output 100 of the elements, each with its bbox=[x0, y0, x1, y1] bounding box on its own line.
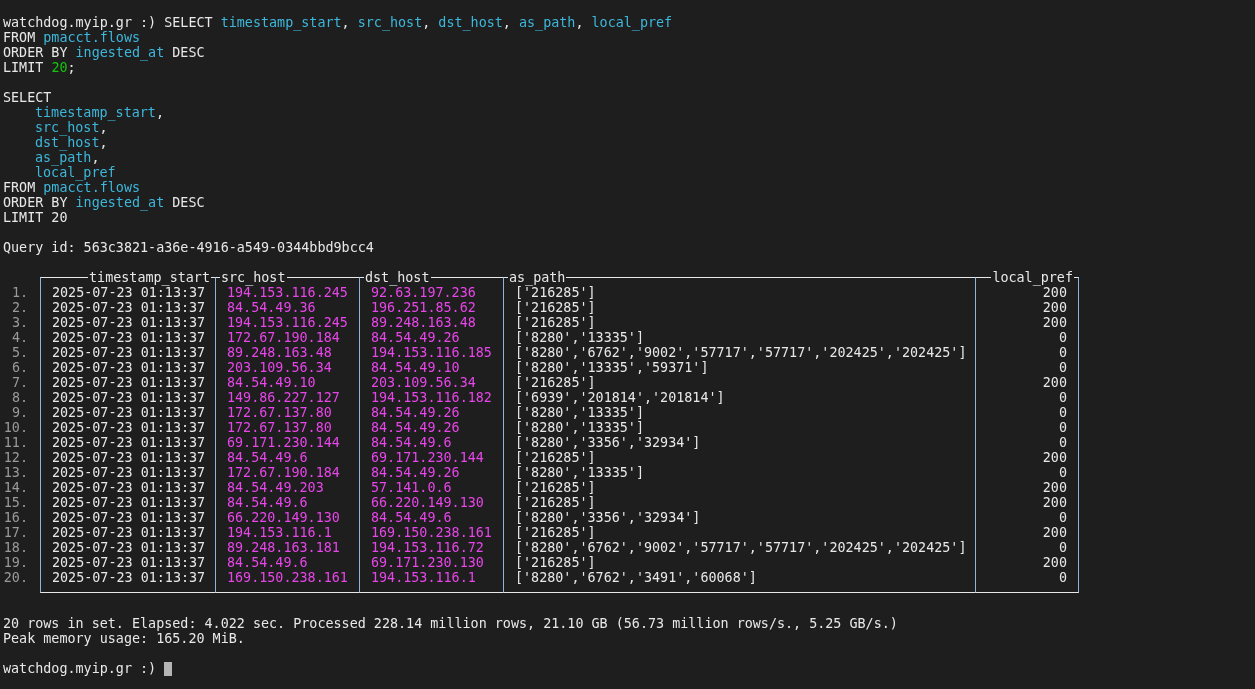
table-cell: 84.54.49.6 bbox=[227, 555, 308, 570]
terminal-line: local_pref bbox=[34, 165, 116, 180]
table-cell: 66.220.149.130 bbox=[371, 495, 484, 510]
table-cell: ['216285'] bbox=[515, 555, 596, 570]
table-cell: 0 bbox=[1058, 390, 1067, 405]
row-number: 3. bbox=[10, 315, 28, 330]
table-cell: 172.67.137.80 bbox=[227, 405, 332, 420]
table-cell: ['8280','6762','3491','60068'] bbox=[515, 570, 757, 585]
table-cell: 2025-07-23 01:13:37 bbox=[52, 315, 206, 330]
table-cell: ['216285'] bbox=[515, 300, 596, 315]
row-number: 18. bbox=[3, 540, 28, 555]
row-number: 2. bbox=[10, 300, 28, 315]
table-cell: 0 bbox=[1058, 435, 1067, 450]
table-cell: 92.63.197.236 bbox=[371, 285, 476, 300]
row-number: 10. bbox=[3, 420, 28, 435]
table-cell: 84.54.49.6 bbox=[371, 510, 452, 525]
row-number: 11. bbox=[3, 435, 28, 450]
table-cell: 84.54.49.26 bbox=[371, 465, 460, 480]
terminal-line: SELECT bbox=[3, 90, 52, 105]
table-cell: 169.150.238.161 bbox=[227, 570, 348, 585]
table-cell: 200 bbox=[1042, 555, 1067, 570]
table-cell: 89.248.163.48 bbox=[371, 315, 476, 330]
table-cell: 0 bbox=[1058, 540, 1067, 555]
row-number: 17. bbox=[3, 525, 28, 540]
terminal-line: as_path, bbox=[34, 150, 100, 165]
table-cell: 2025-07-23 01:13:37 bbox=[52, 510, 206, 525]
table-cell: 0 bbox=[1058, 405, 1067, 420]
table-cell: 57.141.0.6 bbox=[371, 480, 452, 495]
terminal-line: ORDER BY ingested_at DESC bbox=[3, 45, 205, 60]
table-cell: 0 bbox=[1058, 510, 1067, 525]
row-number: 14. bbox=[3, 480, 28, 495]
table-cell: 0 bbox=[1058, 345, 1067, 360]
shell-prompt: watchdog.myip.gr :) bbox=[3, 661, 157, 676]
table-cell: 200 bbox=[1042, 495, 1067, 510]
table-cell: 84.54.49.203 bbox=[227, 480, 324, 495]
table-cell: 203.109.56.34 bbox=[227, 360, 332, 375]
table-cell: 2025-07-23 01:13:37 bbox=[52, 330, 206, 345]
row-number: 9. bbox=[10, 405, 28, 420]
row-number: 7. bbox=[10, 375, 28, 390]
table-cell: 2025-07-23 01:13:37 bbox=[52, 465, 206, 480]
table-cell: 172.67.190.184 bbox=[227, 330, 340, 345]
table-cell: 89.248.163.181 bbox=[227, 540, 340, 555]
column-header: local_pref bbox=[991, 270, 1074, 285]
row-number: 16. bbox=[3, 510, 28, 525]
column-header: src_host bbox=[220, 270, 287, 285]
table-cell: 194.153.116.245 bbox=[227, 285, 348, 300]
terminal-line: 20 rows in set. Elapsed: 4.022 sec. Processed 228.14 million rows, 21.10 GB (56.73 million rows/s., 5.25 GB/s.) bbox=[3, 616, 898, 631]
row-number: 15. bbox=[3, 495, 28, 510]
terminal-line: watchdog.myip.gr :) SELECT timestamp_start, src_host, dst_host, as_path, local_pref bbox=[3, 15, 673, 30]
table-cell: ['6939','201814','201814'] bbox=[515, 390, 725, 405]
table-cell: 84.54.49.26 bbox=[371, 330, 460, 345]
table-cell: 0 bbox=[1058, 465, 1067, 480]
row-number: 20. bbox=[3, 570, 28, 585]
table-cell: ['8280','6762','9002','57717','57717','202425','202425'] bbox=[515, 345, 967, 360]
table-cell: ['8280','13335','59371'] bbox=[515, 360, 709, 375]
row-number: 5. bbox=[10, 345, 28, 360]
table-cell: 2025-07-23 01:13:37 bbox=[52, 360, 206, 375]
table-cell: 196.251.85.62 bbox=[371, 300, 476, 315]
table-cell: 2025-07-23 01:13:37 bbox=[52, 495, 206, 510]
table-cell: 0 bbox=[1058, 570, 1067, 585]
table-cell: ['216285'] bbox=[515, 525, 596, 540]
row-number: 4. bbox=[10, 330, 28, 345]
table-cell: 194.153.116.185 bbox=[371, 345, 492, 360]
row-number: 13. bbox=[3, 465, 28, 480]
terminal-line: LIMIT 20; bbox=[3, 60, 76, 75]
table-cell: 2025-07-23 01:13:37 bbox=[52, 405, 206, 420]
table-cell: 194.153.116.182 bbox=[371, 390, 492, 405]
table-cell: 84.54.49.6 bbox=[227, 450, 308, 465]
column-header: as_path bbox=[508, 270, 567, 285]
terminal-line: src_host, bbox=[34, 120, 108, 135]
table-cell: 200 bbox=[1042, 480, 1067, 495]
terminal-line: timestamp_start, bbox=[34, 105, 164, 120]
table-cell: ['8280','3356','32934'] bbox=[515, 435, 701, 450]
table-cell: 2025-07-23 01:13:37 bbox=[52, 555, 206, 570]
row-number: 6. bbox=[10, 360, 28, 375]
table-cell: ['216285'] bbox=[515, 450, 596, 465]
row-number: 1. bbox=[10, 285, 28, 300]
table-cell: ['8280','13335'] bbox=[515, 405, 644, 420]
table-cell: 2025-07-23 01:13:37 bbox=[52, 390, 206, 405]
table-cell: ['216285'] bbox=[515, 480, 596, 495]
table-cell: 66.220.149.130 bbox=[227, 510, 340, 525]
table-cell: 84.54.49.26 bbox=[371, 420, 460, 435]
table-cell: 0 bbox=[1058, 360, 1067, 375]
table-cell: 2025-07-23 01:13:37 bbox=[52, 480, 206, 495]
table-cell: 84.54.49.26 bbox=[371, 405, 460, 420]
table-cell: 2025-07-23 01:13:37 bbox=[52, 375, 206, 390]
table-cell: 69.171.230.130 bbox=[371, 555, 484, 570]
terminal-line: FROM pmacct.flows bbox=[3, 30, 141, 45]
table-cell: 194.153.116.1 bbox=[371, 570, 476, 585]
table-cell: 2025-07-23 01:13:37 bbox=[52, 285, 206, 300]
terminal-line: LIMIT 20 bbox=[3, 210, 68, 225]
table-cell: 2025-07-23 01:13:37 bbox=[52, 525, 206, 540]
table-cell: 84.54.49.10 bbox=[371, 360, 460, 375]
table-cell: 2025-07-23 01:13:37 bbox=[52, 570, 206, 585]
row-number: 8. bbox=[10, 390, 28, 405]
table-cell: 194.153.116.1 bbox=[227, 525, 332, 540]
table-cell: 69.171.230.144 bbox=[371, 450, 484, 465]
table-cell: 2025-07-23 01:13:37 bbox=[52, 420, 206, 435]
table-cell: 2025-07-23 01:13:37 bbox=[52, 450, 206, 465]
table-cell: 0 bbox=[1058, 420, 1067, 435]
